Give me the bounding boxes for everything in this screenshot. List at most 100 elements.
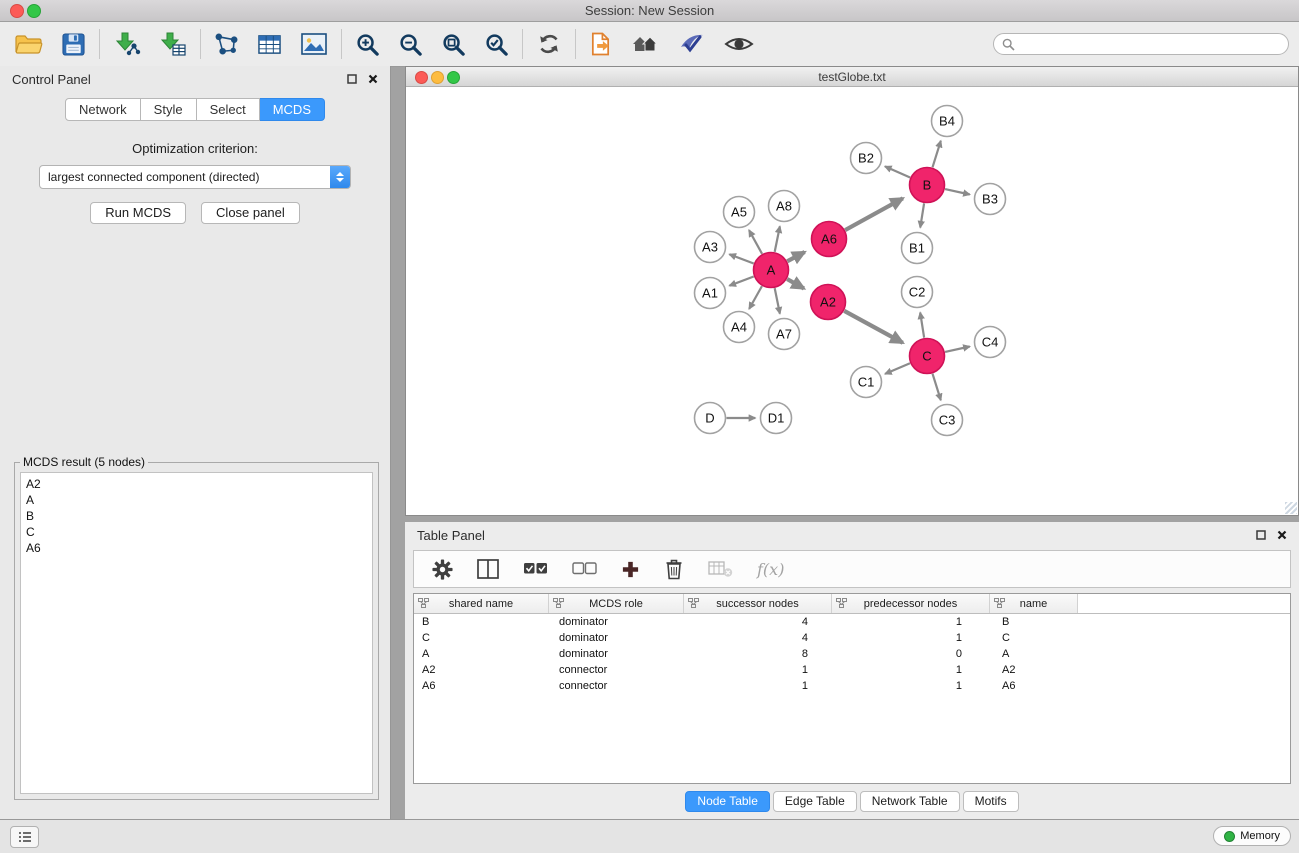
node-D1[interactable]: D1 [761, 403, 792, 434]
zoom-fit-icon[interactable] [441, 32, 466, 57]
tab-edge-table[interactable]: Edge Table [773, 791, 857, 812]
function-builder-icon[interactable]: f(x) [757, 560, 784, 579]
node-C[interactable]: C [910, 339, 945, 374]
refresh-icon[interactable] [536, 31, 562, 57]
node-B4[interactable]: B4 [932, 106, 963, 137]
node-C3[interactable]: C3 [932, 405, 963, 436]
node-A2[interactable]: A2 [811, 285, 846, 320]
node-C1[interactable]: C1 [851, 367, 882, 398]
criterion-dropdown[interactable]: largest connected component (directed) [39, 165, 351, 189]
float-panel-icon[interactable] [347, 74, 357, 84]
settings-icon[interactable] [432, 559, 453, 580]
deselect-all-icon[interactable] [572, 561, 597, 577]
tab-motifs[interactable]: Motifs [963, 791, 1019, 812]
tab-style[interactable]: Style [141, 98, 197, 121]
tab-network[interactable]: Network [65, 98, 141, 121]
edge-B-B4[interactable] [933, 141, 941, 168]
resize-grip[interactable] [1285, 502, 1297, 514]
show-graphics-icon[interactable] [724, 33, 754, 55]
table-row[interactable]: Cdominator41C [414, 630, 1290, 646]
zoom-window-button[interactable] [27, 4, 41, 18]
result-item[interactable]: B [26, 508, 367, 524]
task-history-button[interactable] [10, 826, 39, 848]
edge-C-C1[interactable] [885, 363, 910, 374]
column-header-predecessor-nodes[interactable]: predecessor nodes [832, 594, 990, 613]
save-session-icon[interactable] [61, 32, 86, 57]
memory-button[interactable]: Memory [1213, 826, 1291, 846]
edge-C-C2[interactable] [920, 313, 924, 338]
edge-A-A3[interactable] [729, 254, 753, 263]
edge-C-C4[interactable] [945, 347, 970, 352]
delete-table-icon[interactable] [708, 560, 733, 578]
tab-node-table[interactable]: Node Table [685, 791, 770, 812]
table-row[interactable]: A6connector11A6 [414, 678, 1290, 694]
node-D[interactable]: D [695, 403, 726, 434]
result-item[interactable]: C [26, 524, 367, 540]
new-network-icon[interactable] [214, 32, 239, 57]
new-table-icon[interactable] [257, 33, 282, 56]
tab-select[interactable]: Select [197, 98, 260, 121]
node-A3[interactable]: A3 [695, 232, 726, 263]
node-A1[interactable]: A1 [695, 278, 726, 309]
import-table-icon[interactable] [159, 31, 187, 57]
edge-A-A5[interactable] [749, 230, 762, 254]
open-session-icon[interactable] [13, 32, 43, 57]
column-header-shared-name[interactable]: shared name [414, 594, 549, 613]
edge-B-B3[interactable] [945, 189, 970, 194]
network-close-button[interactable] [415, 71, 428, 84]
result-item[interactable]: A [26, 492, 367, 508]
run-mcds-button[interactable]: Run MCDS [90, 202, 186, 224]
node-B[interactable]: B [910, 168, 945, 203]
network-zoom-button[interactable] [447, 71, 460, 84]
node-B3[interactable]: B3 [975, 184, 1006, 215]
close-panel-button[interactable]: Close panel [201, 202, 300, 224]
edge-A2-C[interactable] [844, 311, 903, 343]
node-A[interactable]: A [754, 253, 789, 288]
node-A4[interactable]: A4 [724, 312, 755, 343]
node-A5[interactable]: A5 [724, 197, 755, 228]
result-item[interactable]: A6 [26, 540, 367, 556]
node-C2[interactable]: C2 [902, 277, 933, 308]
edge-C-C3[interactable] [933, 374, 941, 401]
search-box[interactable] [993, 33, 1289, 55]
import-network-icon[interactable] [113, 31, 141, 57]
result-item[interactable]: A2 [26, 476, 367, 492]
tab-network-table[interactable]: Network Table [860, 791, 960, 812]
edge-A-A8[interactable] [775, 226, 780, 252]
edge-A-A7[interactable] [775, 288, 780, 314]
network-minimize-button[interactable] [431, 71, 444, 84]
mcds-result-list[interactable]: A2ABCA6 [20, 472, 373, 794]
open-document-icon[interactable] [589, 31, 612, 57]
search-input[interactable] [1020, 36, 1280, 52]
node-A6[interactable]: A6 [812, 222, 847, 257]
zoom-out-icon[interactable] [398, 32, 423, 57]
tab-mcds[interactable]: MCDS [260, 98, 325, 121]
column-header-name[interactable]: name [990, 594, 1078, 613]
zoom-selected-icon[interactable] [484, 32, 509, 57]
select-all-icon[interactable] [523, 561, 548, 577]
columns-icon[interactable] [477, 559, 499, 579]
float-table-panel-icon[interactable] [1256, 530, 1266, 540]
edge-B-B2[interactable] [885, 166, 910, 177]
edge-A-A2[interactable] [787, 279, 804, 288]
validate-icon[interactable] [678, 32, 706, 56]
edge-A6-B[interactable] [845, 198, 903, 230]
edge-A-A4[interactable] [749, 286, 762, 309]
node-C4[interactable]: C4 [975, 327, 1006, 358]
node-B2[interactable]: B2 [851, 143, 882, 174]
export-image-icon[interactable] [300, 32, 328, 56]
table-row[interactable]: Bdominator41B [414, 614, 1290, 630]
node-A8[interactable]: A8 [769, 191, 800, 222]
close-panel-icon[interactable] [368, 74, 378, 84]
close-table-panel-icon[interactable] [1277, 530, 1287, 540]
node-A7[interactable]: A7 [769, 319, 800, 350]
delete-row-icon[interactable] [664, 558, 684, 580]
column-header-successor-nodes[interactable]: successor nodes [684, 594, 832, 613]
first-neighbors-icon[interactable] [630, 32, 660, 56]
edge-A-A1[interactable] [729, 277, 753, 286]
table-row[interactable]: A2connector11A2 [414, 662, 1290, 678]
table-row[interactable]: Adominator80A [414, 646, 1290, 662]
close-window-button[interactable] [10, 4, 24, 18]
network-canvas-area[interactable]: B4B2BB3A8A5A6A3B1AC2A1A2A4A7C4CC1DD1C3 [406, 86, 1298, 515]
add-row-icon[interactable] [621, 560, 640, 579]
